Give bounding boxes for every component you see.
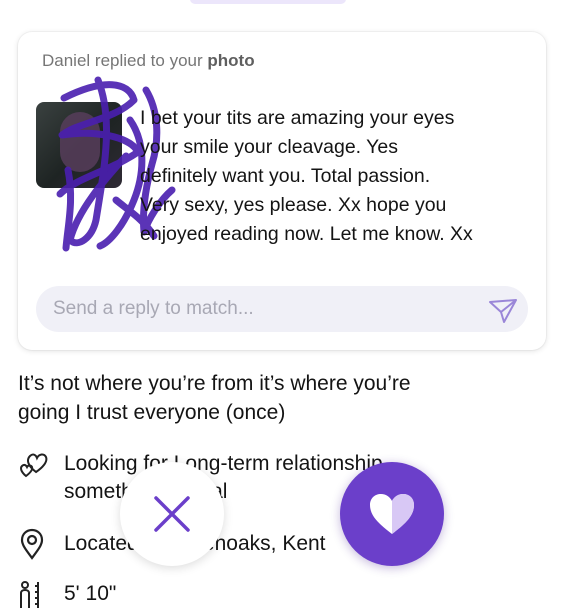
ruler-icon — [20, 581, 39, 608]
looking-for-text: Looking for Long-term relationship, — [64, 452, 389, 475]
bio-line: going I trust everyone (once) — [18, 401, 286, 424]
location-pin-icon — [20, 528, 44, 560]
profile-bio: It’s not where you’re from it’s where yo… — [18, 369, 538, 427]
reply-field[interactable] — [36, 286, 528, 332]
message-line: definitely want you. Total passion. — [140, 165, 431, 187]
height-text: 5' 10" — [64, 582, 117, 605]
heart-icon — [370, 494, 414, 534]
reply-message: I bet your tits are amazing your eyes yo… — [140, 104, 532, 249]
notification-header-emphasis: photo — [207, 51, 255, 70]
reply-notification-card: Daniel replied to your photo I bet your … — [18, 32, 546, 350]
reply-input[interactable] — [53, 297, 453, 321]
close-icon — [154, 496, 190, 532]
send-icon[interactable] — [488, 298, 518, 324]
message-line: Very sexy, yes please. Xx hope you — [140, 194, 447, 216]
bio-line: It’s not where you’re from it’s where yo… — [18, 372, 411, 395]
message-line: I bet your tits are amazing your eyes — [140, 107, 455, 129]
pass-button[interactable] — [120, 462, 224, 566]
message-line: enjoyed reading now. Let me know. Xx — [140, 223, 473, 245]
hearts-icon — [20, 453, 48, 478]
message-line: your smile your cleavage. Yes — [140, 136, 398, 158]
top-pill — [190, 0, 346, 4]
like-button[interactable] — [340, 462, 444, 566]
